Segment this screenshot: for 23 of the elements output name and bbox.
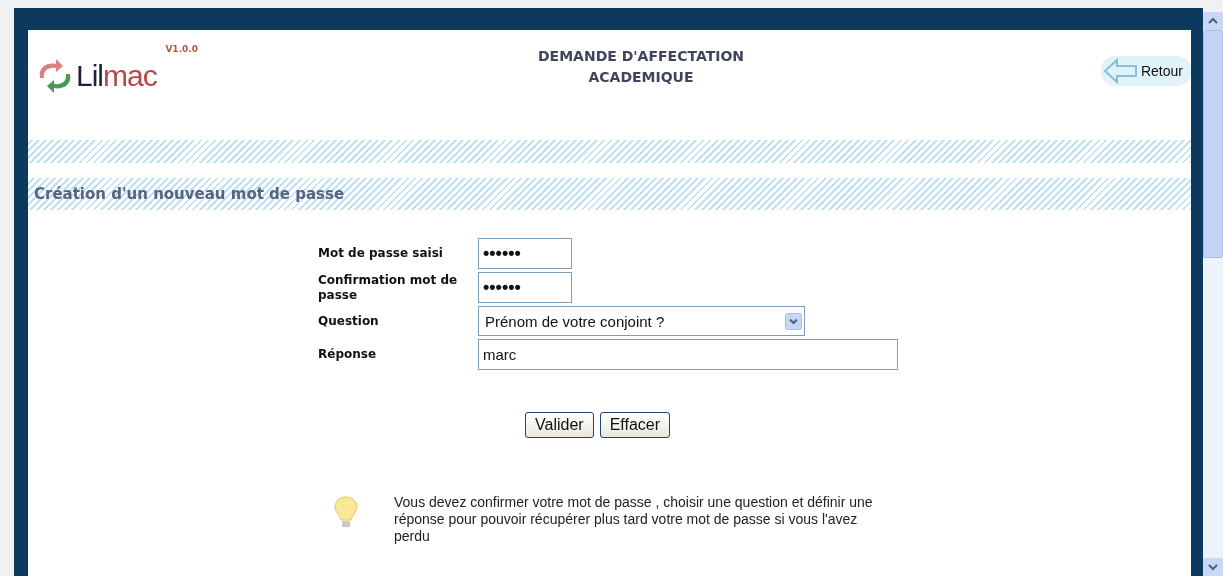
scroll-down-button[interactable] <box>1203 558 1223 576</box>
password-field[interactable]: •••••• <box>478 272 572 303</box>
page-title: DEMANDE D'AFFECTATION ACADEMIQUE <box>537 47 745 87</box>
section-title: Création d'un nouveau mot de passe <box>34 185 345 203</box>
caret-icon <box>1208 563 1218 571</box>
answer-field[interactable]: marc <box>478 339 898 370</box>
scroll-up-button[interactable] <box>1203 12 1223 30</box>
lightbulb-icon <box>334 496 358 530</box>
field-label: Mot de passe saisi <box>318 246 444 261</box>
form-button[interactable]: Effacer <box>599 412 671 438</box>
caret-icon <box>1208 17 1218 25</box>
left-arrow-icon <box>1102 58 1139 84</box>
field-label: Réponse <box>318 347 378 362</box>
field-label: Question <box>318 313 380 329</box>
form-button[interactable]: Valider <box>525 412 594 438</box>
hint-text: Vous devez confirmer votre mot de passe , choisir une question et définir une réponse pour pouvoir récupérer plus tard votre mot de passe si vous l'avez perdu <box>394 494 874 545</box>
logo-text: Lilmac <box>76 59 157 93</box>
password-field[interactable]: •••••• <box>478 238 572 269</box>
version-label: V1.0.0 <box>164 44 199 54</box>
caret-icon <box>785 312 802 330</box>
question-dropdown[interactable]: Prénom de votre conjoint ? <box>478 306 805 336</box>
back-button[interactable]: Retour <box>1100 56 1191 86</box>
field-label: Confirmation mot de passe <box>318 272 459 303</box>
